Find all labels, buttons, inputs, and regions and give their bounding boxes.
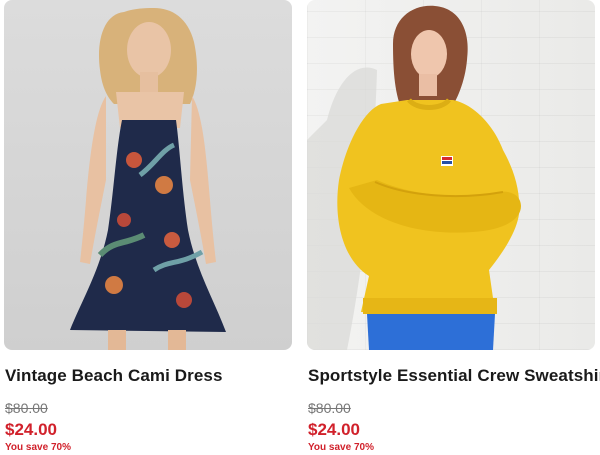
product-card-cami-dress[interactable]: Vintage Beach Cami Dress $80.00 $24.00 Y… bbox=[4, 0, 292, 455]
product-image[interactable] bbox=[307, 0, 595, 350]
savings-text: You save 70% bbox=[5, 442, 71, 453]
sale-price: $24.00 bbox=[308, 420, 360, 439]
sweatshirt-model-illustration bbox=[307, 5, 521, 350]
product-card-crew-sweatshirt[interactable]: Sportstyle Essential Crew Sweatshirt $80… bbox=[307, 0, 600, 455]
original-price: $80.00 bbox=[5, 400, 48, 416]
product-image[interactable] bbox=[4, 0, 292, 350]
dress-model-illustration bbox=[70, 8, 226, 350]
original-price: $80.00 bbox=[308, 400, 351, 416]
savings-text: You save 70% bbox=[308, 442, 374, 453]
product-title[interactable]: Sportstyle Essential Crew Sweatshirt bbox=[308, 366, 600, 386]
sale-price: $24.00 bbox=[5, 420, 57, 439]
product-grid: Vintage Beach Cami Dress $80.00 $24.00 Y… bbox=[0, 0, 600, 455]
product-title[interactable]: Vintage Beach Cami Dress bbox=[5, 366, 223, 386]
